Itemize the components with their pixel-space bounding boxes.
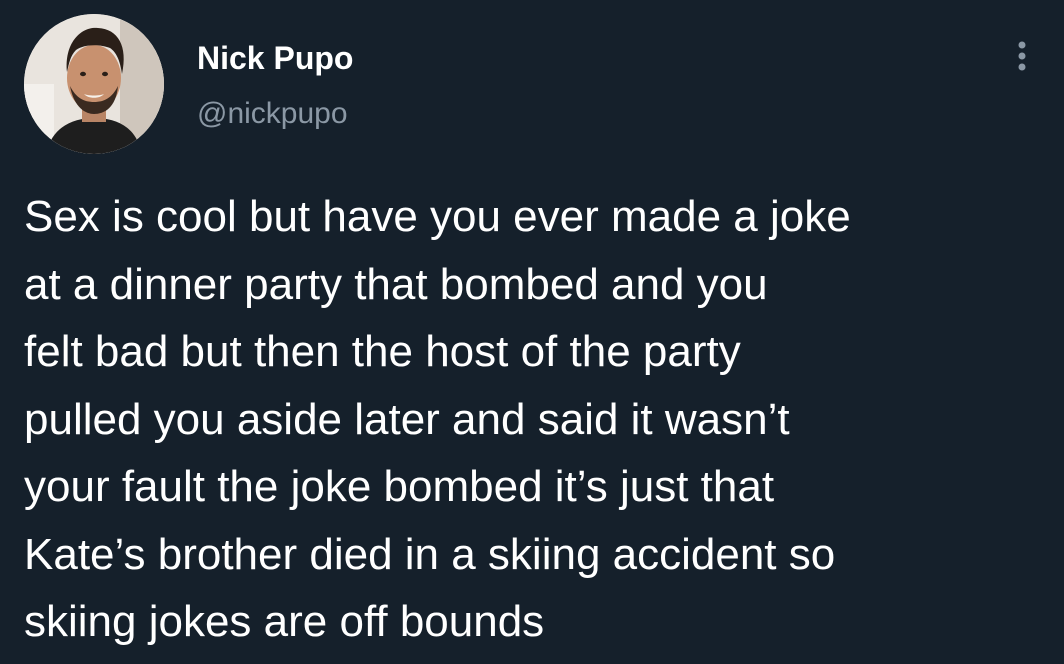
tweet-text: Sex is cool but have you ever made a jok… (24, 192, 851, 646)
more-options-icon (1018, 41, 1026, 71)
more-options-button[interactable] (1000, 34, 1044, 78)
tweet: Nick Pupo @nickpupo Sex is cool but have… (0, 0, 1064, 664)
author-display-name[interactable]: Nick Pupo (197, 38, 353, 78)
profile-photo-icon (24, 14, 164, 154)
avatar[interactable] (24, 14, 164, 154)
author-handle[interactable]: @nickpupo (197, 95, 348, 133)
